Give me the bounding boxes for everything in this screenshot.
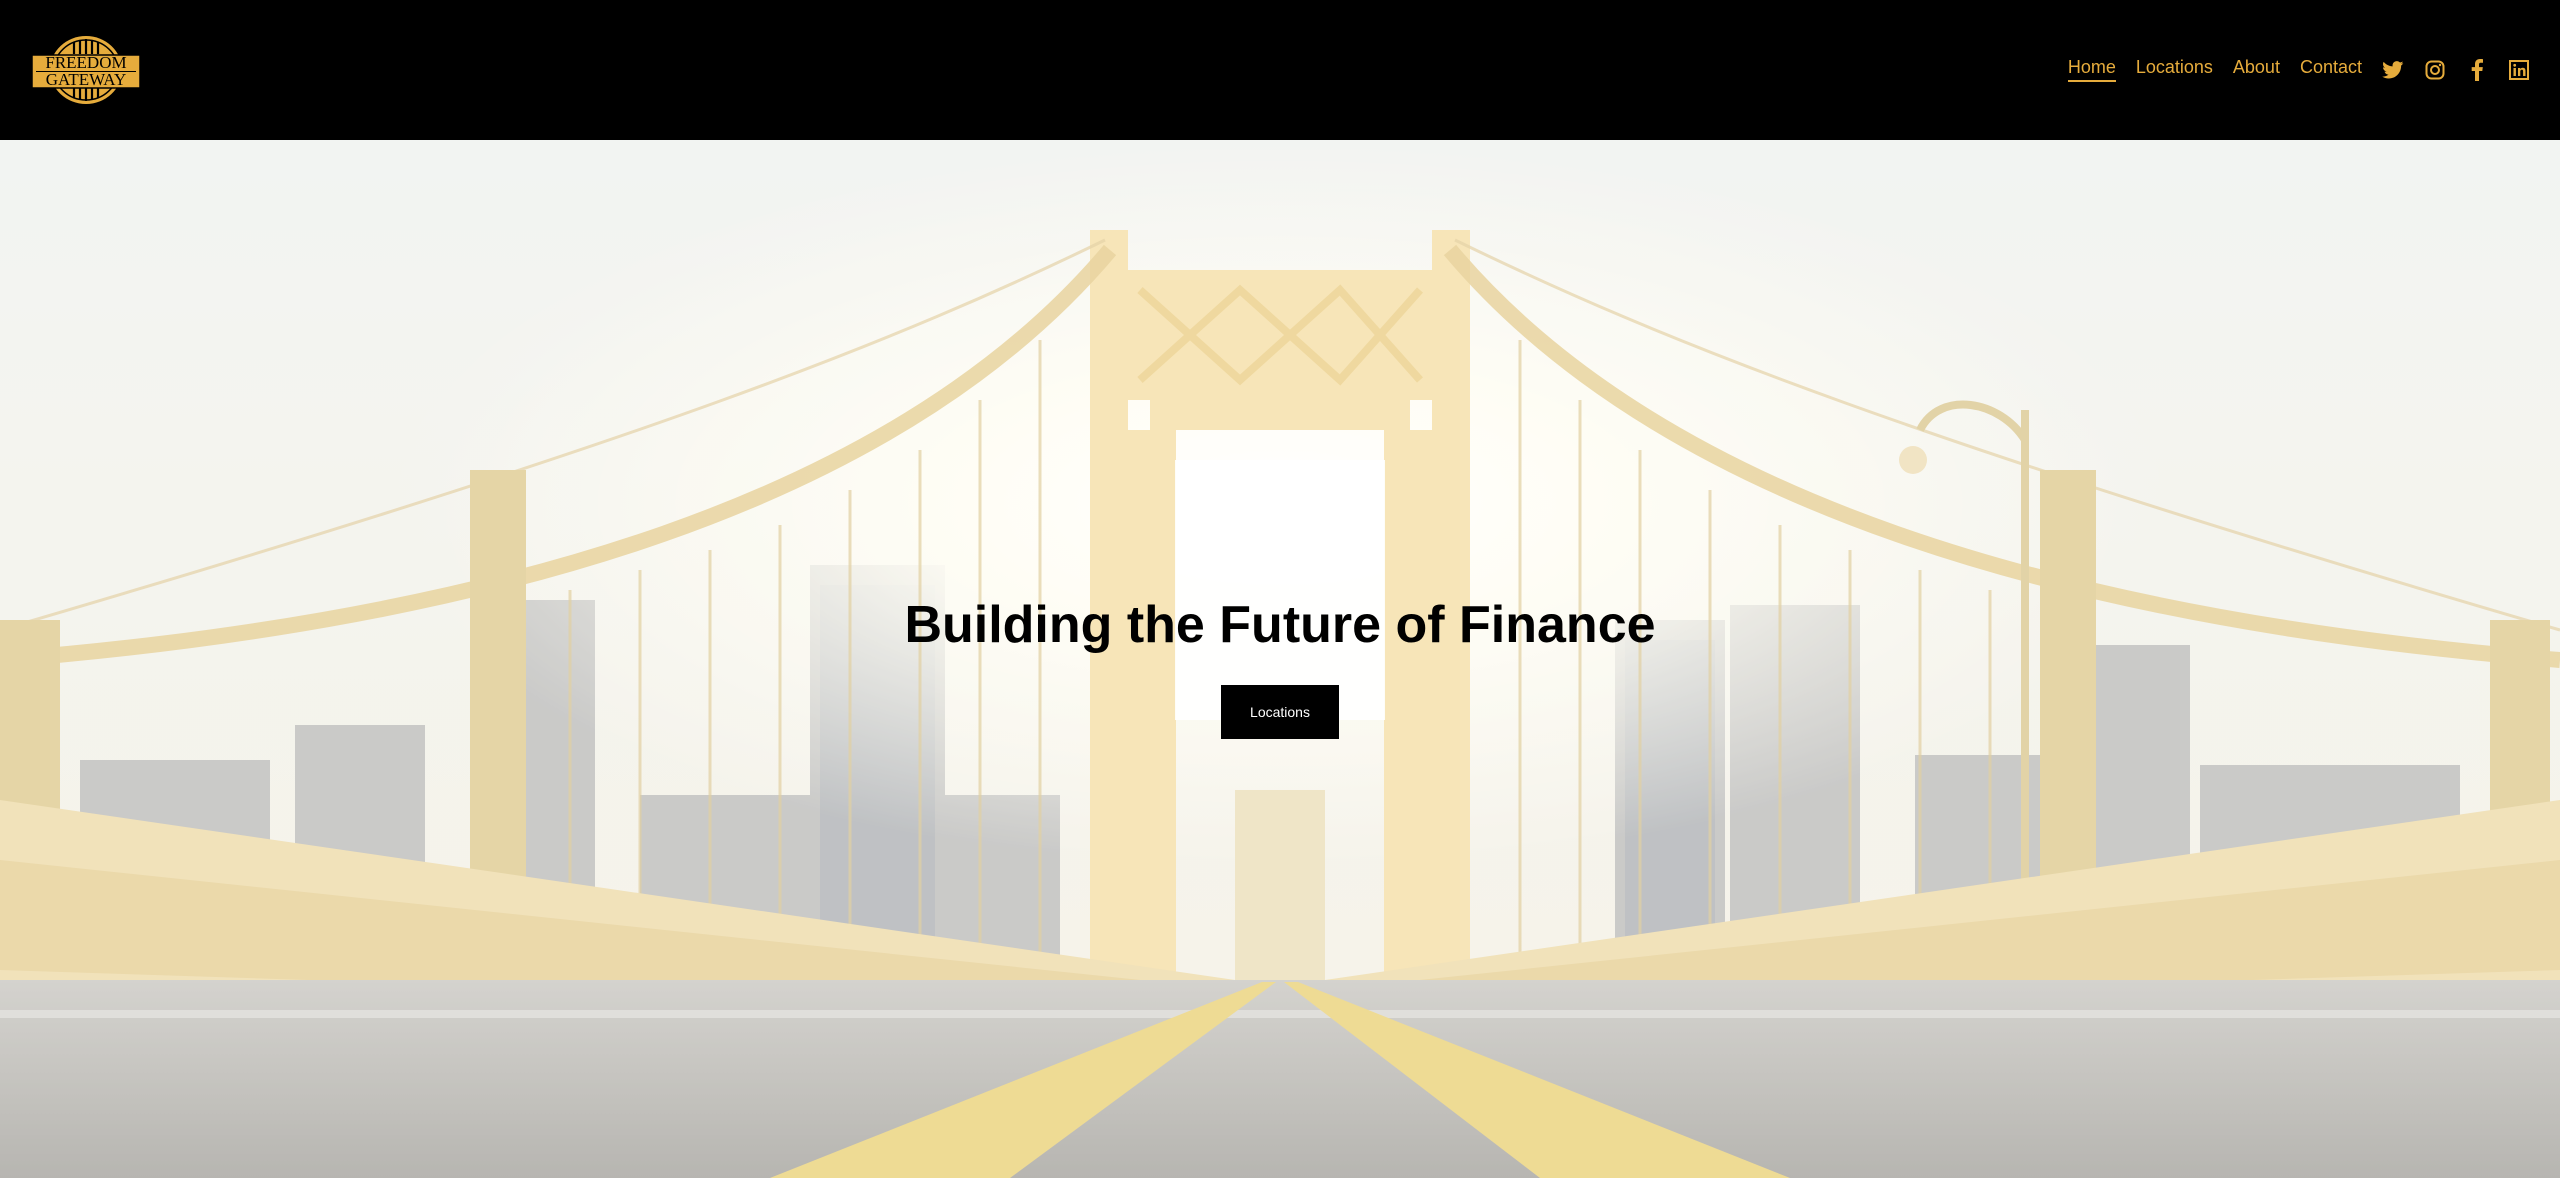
nav-locations[interactable]: Locations bbox=[2136, 58, 2213, 82]
facebook-icon[interactable] bbox=[2466, 59, 2488, 81]
locations-button[interactable]: Locations bbox=[1221, 685, 1339, 739]
nav-about[interactable]: About bbox=[2233, 58, 2280, 82]
hero-section: Building the Future of Finance Locations bbox=[0, 140, 2560, 1178]
instagram-icon[interactable] bbox=[2424, 59, 2446, 81]
site-header: FREEDOM GATEWAY Home Locations About Con… bbox=[0, 0, 2560, 140]
svg-text:GATEWAY: GATEWAY bbox=[46, 70, 127, 89]
nav-contact[interactable]: Contact bbox=[2300, 58, 2362, 82]
freedom-gateway-logo[interactable]: FREEDOM GATEWAY bbox=[30, 34, 142, 106]
linkedin-icon[interactable] bbox=[2508, 59, 2530, 81]
hero-bridge-image bbox=[0, 140, 2560, 1178]
nav-home[interactable]: Home bbox=[2067, 58, 2116, 82]
hero-title: Building the Future of Finance bbox=[904, 596, 1656, 654]
main-nav: Home Locations About Contact bbox=[2048, 0, 2530, 140]
twitter-icon[interactable] bbox=[2382, 59, 2404, 81]
